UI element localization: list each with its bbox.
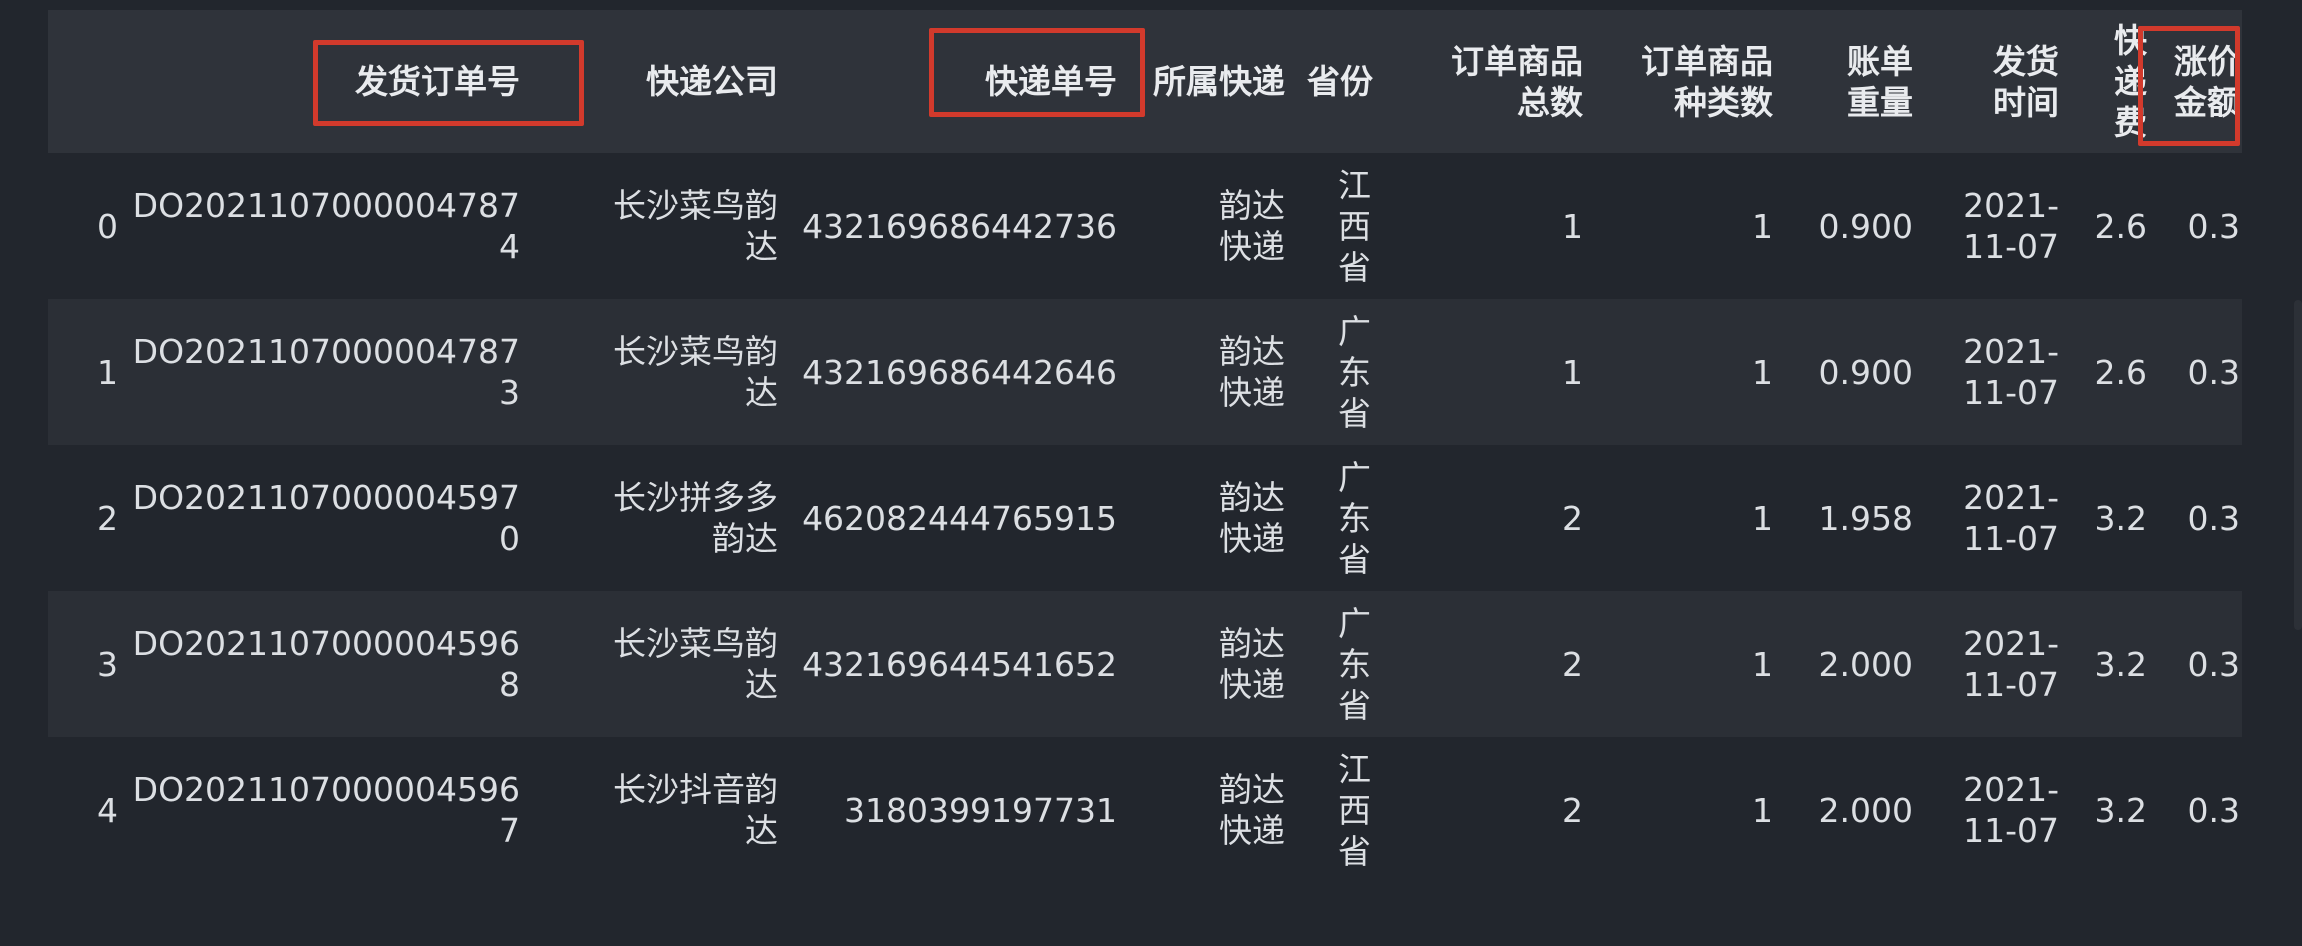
cell-order-no: DO20211070000045970 [132,478,520,558]
header-courier-group: 所属快递 [1153,62,1285,101]
table-row: 4 DO20211070000045967 长沙抖音韵达 31803991977… [48,737,2242,883]
cell-item-kinds: 1 [1752,644,1773,684]
cell-total-items: 1 [1562,206,1583,246]
cell-courier-company: 长沙菜鸟韵达 [613,186,778,266]
cell-tracking-no: 3180399197731 [844,790,1117,830]
cell-bill-weight: 0.900 [1818,352,1913,392]
cell-index: 0 [97,206,118,246]
cell-ship-time: 2021-11-07 [1963,624,2059,704]
cell-order-no: DO20211070000045968 [132,624,520,704]
cell-bill-weight: 2.000 [1818,790,1913,830]
cell-bill-weight: 0.900 [1818,206,1913,246]
cell-fee: 2.6 [2094,352,2147,392]
cell-courier-group: 韵达快递 [1219,332,1285,412]
cell-courier-group: 韵达快递 [1219,478,1285,558]
cell-total-items: 2 [1562,498,1583,538]
cell-courier-company: 长沙抖音韵达 [613,770,778,850]
header-price-increase: 涨价金额 [2174,41,2240,122]
cell-courier-group: 韵达快递 [1219,624,1285,704]
cell-price-increase: 0.3 [2187,790,2240,830]
cell-courier-group: 韵达快递 [1219,770,1285,850]
cell-tracking-no: 432169686442646 [802,352,1117,392]
cell-price-increase: 0.3 [2187,352,2240,392]
cell-courier-group: 韵达快递 [1219,186,1285,266]
table-row: 1 DO20211070000047873 长沙菜鸟韵达 43216968644… [48,299,2242,445]
cell-fee: 3.2 [2094,790,2147,830]
table-row: 0 DO20211070000047874 长沙菜鸟韵达 43216968644… [48,153,2242,299]
dataframe-container: 发货订单号 快递公司 快递单号 所属快递 省份 订单商品总数 订单商品种类数 账… [48,10,2242,883]
header-tracking-no: 快递单号 [985,62,1117,101]
table-row: 3 DO20211070000045968 长沙菜鸟韵达 43216964454… [48,591,2242,737]
header-courier-company: 快递公司 [646,62,778,101]
cell-order-no: DO20211070000047873 [132,332,520,412]
vertical-scrollbar[interactable] [2294,300,2302,630]
table-row: 2 DO20211070000045970 长沙拼多多韵达 4620824447… [48,445,2242,591]
header-province: 省份 [1307,62,1373,101]
cell-courier-company: 长沙拼多多韵达 [613,478,778,558]
cell-index: 2 [97,498,118,538]
cell-ship-time: 2021-11-07 [1963,186,2059,266]
cell-index: 1 [97,352,118,392]
header-ship-time: 发货时间 [1993,41,2059,122]
cell-province: 江西省 [1338,749,1371,871]
cell-total-items: 2 [1562,790,1583,830]
cell-order-no: DO20211070000047874 [132,186,520,266]
cell-index: 3 [97,644,118,684]
cell-price-increase: 0.3 [2187,498,2240,538]
cell-item-kinds: 1 [1752,790,1773,830]
header-order-no: 发货订单号 [355,62,520,101]
cell-fee: 3.2 [2094,644,2147,684]
cell-total-items: 1 [1562,352,1583,392]
header-total-items: 订单商品总数 [1451,41,1583,122]
cell-price-increase: 0.3 [2187,644,2240,684]
cell-ship-time: 2021-11-07 [1963,478,2059,558]
cell-item-kinds: 1 [1752,352,1773,392]
cell-total-items: 2 [1562,644,1583,684]
cell-ship-time: 2021-11-07 [1963,332,2059,412]
dataframe-table: 发货订单号 快递公司 快递单号 所属快递 省份 订单商品总数 订单商品种类数 账… [48,10,2242,883]
cell-item-kinds: 1 [1752,206,1773,246]
header-row: 发货订单号 快递公司 快递单号 所属快递 省份 订单商品总数 订单商品种类数 账… [48,10,2242,153]
cell-ship-time: 2021-11-07 [1963,770,2059,850]
cell-province: 广东省 [1338,311,1371,433]
cell-tracking-no: 432169644541652 [802,644,1117,684]
cell-bill-weight: 2.000 [1818,644,1913,684]
cell-province: 江西省 [1338,165,1371,287]
cell-province: 广东省 [1338,457,1371,579]
cell-tracking-no: 462082444765915 [802,498,1117,538]
header-item-kinds: 订单商品种类数 [1641,41,1773,122]
cell-order-no: DO20211070000045967 [132,770,520,850]
cell-price-increase: 0.3 [2187,206,2240,246]
header-fee: 快递费 [2114,21,2147,142]
cell-tracking-no: 432169686442736 [802,206,1117,246]
cell-courier-company: 长沙菜鸟韵达 [613,332,778,412]
cell-bill-weight: 1.958 [1818,498,1913,538]
header-bill-weight: 账单重量 [1847,41,1913,122]
cell-index: 4 [97,790,118,830]
cell-item-kinds: 1 [1752,498,1773,538]
cell-province: 广东省 [1338,603,1371,725]
cell-fee: 2.6 [2094,206,2147,246]
cell-courier-company: 长沙菜鸟韵达 [613,624,778,704]
header-index [48,10,118,153]
cell-fee: 3.2 [2094,498,2147,538]
